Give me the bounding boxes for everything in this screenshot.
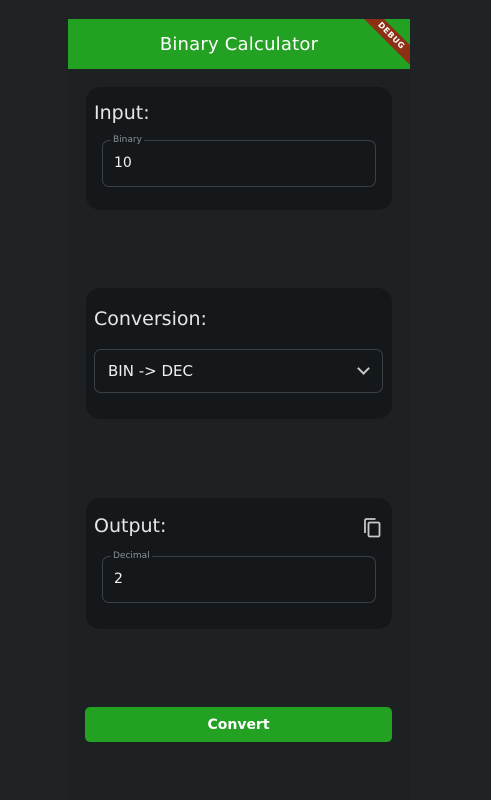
app-bar: Binary Calculator DEBUG [68, 19, 410, 73]
input-card-title: Input: [94, 102, 150, 124]
output-card: Output: Decimal 2 [86, 498, 392, 629]
conversion-card: Conversion: BIN -> DEC [86, 288, 392, 419]
output-card-title: Output: [94, 515, 167, 537]
debug-banner: DEBUG [354, 19, 410, 73]
chevron-down-icon [357, 362, 370, 375]
conversion-selected-value: BIN -> DEC [108, 362, 193, 380]
conversion-dropdown[interactable]: BIN -> DEC [94, 349, 383, 393]
decimal-field-value[interactable]: 2 [114, 571, 123, 587]
binary-field-label: Binary [111, 134, 144, 146]
input-card: Input: Binary 10 [86, 87, 392, 210]
convert-button[interactable]: Convert [85, 707, 392, 742]
binary-field-value[interactable]: 10 [114, 155, 132, 171]
copy-icon[interactable] [362, 517, 382, 539]
decimal-field-label: Decimal [111, 550, 152, 562]
app-title: Binary Calculator [159, 33, 319, 55]
app-window: Binary Calculator DEBUG Input: Binary 10… [68, 19, 410, 800]
binary-input-field[interactable]: Binary 10 [102, 134, 376, 187]
conversion-card-title: Conversion: [94, 308, 207, 330]
decimal-output-field[interactable]: Decimal 2 [102, 550, 376, 603]
